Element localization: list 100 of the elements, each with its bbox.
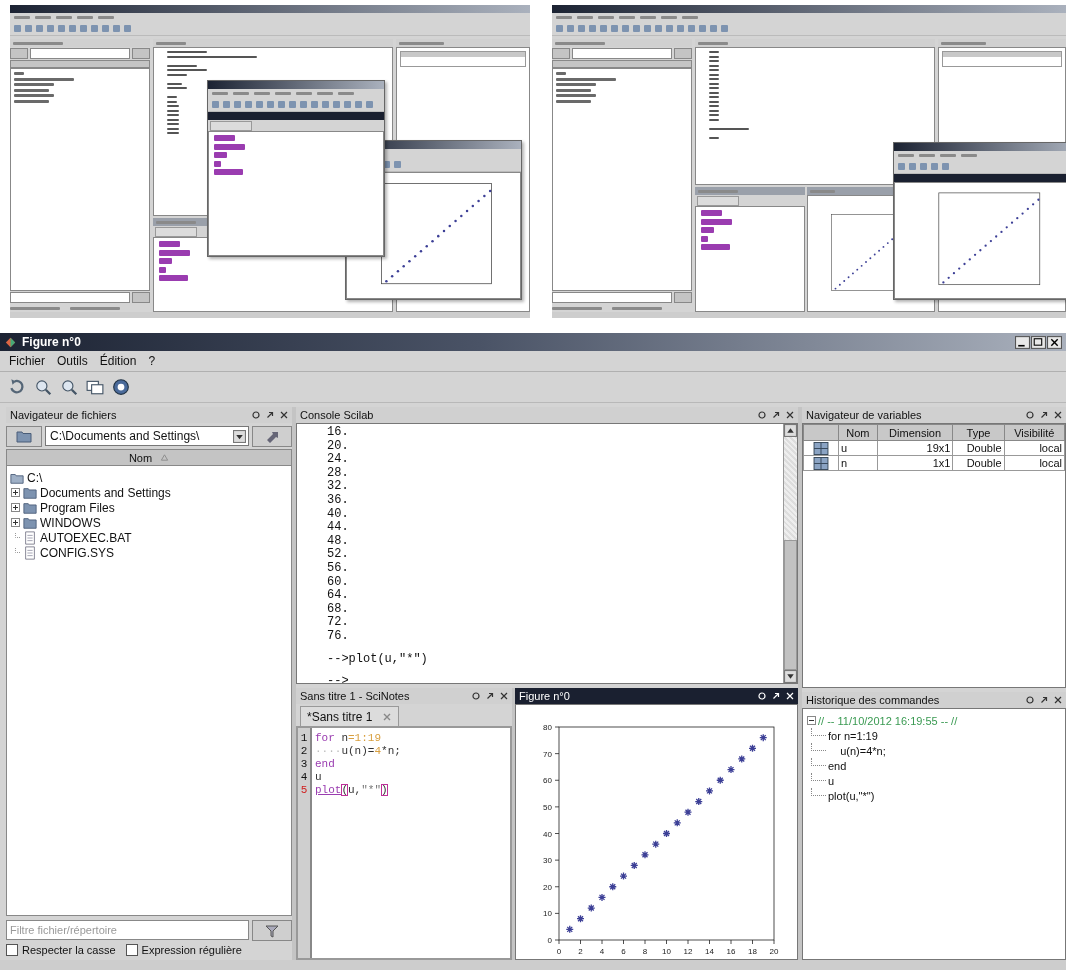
- column-header[interactable]: Dimension: [877, 424, 953, 441]
- window-icon[interactable]: [86, 378, 104, 396]
- y-axis-tick-label: 0: [547, 935, 552, 945]
- menu-item[interactable]: ?: [143, 353, 161, 369]
- code-line: for n=1:19: [315, 732, 383, 745]
- collapse-icon[interactable]: [807, 716, 816, 725]
- scroll-down-icon[interactable]: [784, 670, 797, 683]
- menu-item[interactable]: Fichier: [4, 353, 50, 369]
- data-point: [619, 871, 628, 880]
- console-line: 72.: [327, 616, 350, 630]
- x-axis-tick-label: 20: [769, 946, 779, 956]
- column-header[interactable]: Visibilité: [1004, 424, 1065, 441]
- line-number: 1: [299, 732, 309, 745]
- history-session[interactable]: // -- 11/10/2012 16:19:55 -- //: [818, 714, 958, 727]
- editor-tab[interactable]: *Sans titre 1: [300, 706, 400, 726]
- x-axis-tick-label: 16: [726, 946, 736, 956]
- close-icon[interactable]: [1054, 696, 1062, 704]
- data-point: [608, 882, 617, 891]
- tree-item[interactable]: AUTOEXEC.BAT: [40, 530, 132, 545]
- data-point: [716, 775, 725, 784]
- history-command[interactable]: plot(u,"*"): [828, 789, 875, 802]
- history-command[interactable]: u: [828, 774, 835, 787]
- x-axis-tick-label: 18: [748, 946, 757, 956]
- data-point: [651, 839, 660, 848]
- filter-button[interactable]: [252, 920, 292, 941]
- tree-item[interactable]: WINDOWS: [40, 515, 101, 530]
- menu-item[interactable]: Outils: [52, 353, 93, 369]
- menu-item[interactable]: Édition: [94, 353, 142, 369]
- console-line: 68.: [327, 602, 350, 616]
- parent-folder-button[interactable]: [252, 425, 292, 447]
- x-axis-tick-label: 0: [556, 946, 562, 956]
- scroll-up-icon[interactable]: [784, 424, 797, 437]
- expand-icon[interactable]: [11, 488, 20, 497]
- console-line: 76.: [327, 629, 350, 644]
- undock-icon[interactable]: [772, 411, 780, 419]
- panel-title: Navigateur de variables: [806, 409, 922, 421]
- close-tab-icon[interactable]: [382, 711, 393, 722]
- close-button[interactable]: [1047, 335, 1062, 349]
- panel-title: Historique des commandes: [806, 694, 940, 706]
- line-number: 3: [299, 758, 309, 771]
- code-line: ····u(n)=4*n;: [315, 745, 401, 758]
- history-command[interactable]: for n=1:19: [828, 729, 878, 742]
- zoom-icon[interactable]: [60, 378, 78, 396]
- minimize-button[interactable]: [1015, 335, 1030, 349]
- tree-item[interactable]: Documents and Settings: [40, 485, 171, 500]
- console-line: 24.: [327, 453, 350, 467]
- data-point: [737, 754, 746, 763]
- path-combo-box[interactable]: C:\Documents and Settings\: [45, 426, 249, 446]
- window-title: Figure n°0: [22, 335, 81, 349]
- code-editor[interactable]: 1 2 3 4 5 for n=1:19 ····u(n)=4*n; end u plot(u,"*"): [296, 726, 512, 960]
- checkbox[interactable]: [125, 944, 138, 956]
- checkbox[interactable]: [6, 944, 18, 956]
- data-point: [662, 828, 671, 838]
- matrix-icon: [813, 456, 829, 470]
- undock-icon[interactable]: [1040, 411, 1048, 419]
- tree-item[interactable]: C:\: [27, 470, 43, 485]
- code-line: u: [315, 771, 323, 784]
- scrollbar[interactable]: [783, 424, 797, 683]
- expand-icon[interactable]: [11, 518, 20, 527]
- folder-icon: [22, 485, 38, 500]
- y-axis-tick-label: 50: [543, 802, 552, 812]
- console-line: 44.: [327, 521, 350, 535]
- tree-item[interactable]: CONFIG.SYS: [40, 545, 114, 560]
- file-icon: [22, 530, 38, 545]
- close-icon[interactable]: [786, 411, 794, 419]
- code-line: plot(u,"*"): [315, 784, 389, 797]
- x-axis-tick-label: 12: [683, 946, 693, 956]
- history-command[interactable]: end: [828, 759, 847, 772]
- undock-icon[interactable]: [266, 411, 274, 419]
- console-line: 40.: [327, 507, 350, 521]
- rotate-icon[interactable]: [8, 378, 26, 396]
- undock-icon[interactable]: [1040, 696, 1048, 704]
- expand-icon[interactable]: [11, 503, 20, 512]
- console-line: -->plot(u,"*"): [327, 650, 429, 667]
- code-line: end: [315, 758, 336, 771]
- tree-item[interactable]: Program Files: [40, 500, 115, 515]
- x-axis-tick-label: 2: [578, 946, 583, 956]
- column-header[interactable]: Type: [952, 424, 1004, 441]
- data-point: [673, 818, 682, 827]
- close-icon[interactable]: [500, 692, 508, 700]
- console-line: 28.: [327, 466, 350, 480]
- console-line: 16.: [327, 426, 350, 440]
- data-point: [705, 786, 714, 795]
- column-header[interactable]: Nom: [838, 424, 878, 441]
- maximize-button[interactable]: [1031, 335, 1046, 349]
- close-icon[interactable]: [280, 411, 288, 419]
- column-header[interactable]: Nom: [6, 449, 292, 466]
- console-line: -->: [327, 673, 350, 689]
- folder-button[interactable]: [6, 425, 42, 447]
- y-axis-tick-label: 40: [543, 829, 552, 838]
- undock-icon[interactable]: [486, 692, 494, 700]
- filter-input-field[interactable]: Filtre fichier/répertoire: [6, 920, 249, 940]
- data-point: [630, 860, 639, 870]
- table-cell: Double: [952, 455, 1004, 471]
- console-line: 36.: [327, 493, 350, 508]
- data-point: [597, 892, 607, 902]
- close-icon[interactable]: [1054, 411, 1062, 419]
- history-command[interactable]: u(n)=4*n;: [828, 744, 886, 757]
- panel-title: Navigateur de fichiers: [10, 409, 117, 421]
- zoom-icon[interactable]: [34, 378, 52, 396]
